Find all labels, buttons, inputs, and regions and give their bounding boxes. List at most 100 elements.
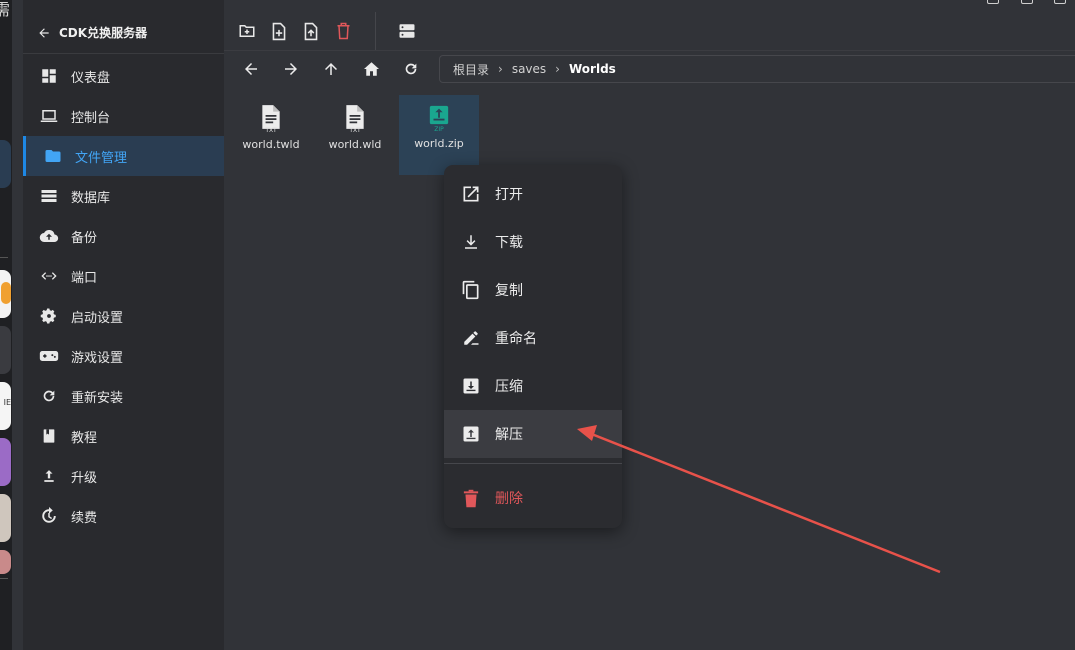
window-minimize-icon[interactable] <box>987 0 999 4</box>
sidebar-item-upgrade[interactable]: 升级 <box>23 456 224 496</box>
dock-app-dark[interactable] <box>0 326 11 374</box>
sidebar-item-label: 续费 <box>71 510 98 526</box>
dock-app-pink[interactable] <box>0 550 11 574</box>
file-item[interactable]: TXT world.wld <box>315 95 395 175</box>
file-type-label: TXT <box>349 127 361 134</box>
sidebar-item-file-manager[interactable]: 文件管理 <box>23 136 224 176</box>
sidebar-item-console[interactable]: 控制台 <box>23 96 224 136</box>
breadcrumb-item[interactable]: saves <box>512 62 546 76</box>
sidebar-back-label: CDK兑换服务器 <box>59 26 148 40</box>
zip-archive-icon <box>429 105 449 125</box>
open-external-icon <box>461 184 481 204</box>
file-item-selected[interactable]: ZIP world.zip <box>399 95 479 175</box>
download-icon <box>461 232 481 252</box>
breadcrumb: 根目录 › saves › Worlds <box>439 55 1075 83</box>
dock-app-white[interactable]: IE <box>0 382 11 430</box>
folder-icon <box>43 146 63 166</box>
menu-item-open[interactable]: 打开 <box>444 170 622 218</box>
sidebar-item-label: 端口 <box>71 270 98 286</box>
up-button[interactable] <box>318 56 344 82</box>
arrow-up-icon <box>325 63 337 75</box>
toolbar-separator <box>375 12 376 50</box>
window-maximize-icon[interactable] <box>1021 0 1033 4</box>
context-menu: 打开 下载 复制 重命名 压缩 解压 删除 <box>444 165 622 528</box>
dock-divider <box>0 257 8 258</box>
sidebar-item-tutorial[interactable]: 教程 <box>23 416 224 456</box>
menu-item-delete[interactable]: 删除 <box>444 474 622 522</box>
chevron-right-icon: › <box>555 62 560 76</box>
sidebar-item-reinstall[interactable]: 重新安装 <box>23 376 224 416</box>
book-icon <box>39 426 59 446</box>
sidebar-item-game-settings[interactable]: 游戏设置 <box>23 336 224 376</box>
menu-item-label: 解压 <box>495 427 523 443</box>
sidebar-item-label: 游戏设置 <box>71 350 124 366</box>
sidebar-item-ports[interactable]: 端口 <box>23 256 224 296</box>
menu-item-label: 重命名 <box>495 331 537 347</box>
sidebar-item-label: 仪表盘 <box>71 70 111 86</box>
arrow-left-icon <box>245 63 257 75</box>
menu-item-label: 删除 <box>495 491 523 507</box>
renew-icon <box>39 506 59 526</box>
dock-app-badge-text: IE <box>3 398 11 407</box>
menu-item-compress[interactable]: 压缩 <box>444 362 622 410</box>
sidebar-item-database[interactable]: 数据库 <box>23 176 224 216</box>
dock-glyph: 需 <box>0 0 11 19</box>
upload-arrow-icon <box>39 466 59 486</box>
new-file-button[interactable] <box>266 18 292 44</box>
arrow-left-icon <box>39 27 49 38</box>
dock-app-active[interactable] <box>0 140 11 188</box>
menu-item-label: 压缩 <box>495 379 523 395</box>
menu-item-rename[interactable]: 重命名 <box>444 314 622 362</box>
window-close-icon[interactable] <box>1054 0 1066 4</box>
extract-icon <box>461 424 481 444</box>
menu-item-label: 打开 <box>495 187 523 203</box>
sidebar-item-dashboard[interactable]: 仪表盘 <box>23 56 224 96</box>
menu-item-label: 复制 <box>495 283 523 299</box>
menu-item-download[interactable]: 下载 <box>444 218 622 266</box>
gear-icon <box>39 306 59 326</box>
refresh-icon <box>405 63 417 75</box>
menu-item-copy[interactable]: 复制 <box>444 266 622 314</box>
file-item[interactable]: TXT world.twld <box>231 95 311 175</box>
menu-item-label: 下载 <box>495 235 523 251</box>
sidebar-item-backup[interactable]: 备份 <box>23 216 224 256</box>
sidebar-item-renew[interactable]: 续费 <box>23 496 224 536</box>
home-button[interactable] <box>358 56 384 82</box>
sidebar: CDK兑换服务器 仪表盘 控制台 文件管理 数据库 备份 端口 启动设置 游戏设… <box>23 0 224 650</box>
new-file-icon <box>272 22 286 40</box>
rename-pen-icon <box>461 328 481 348</box>
file-name: world.wld <box>328 138 382 151</box>
dock-app-orange[interactable] <box>0 270 11 318</box>
menu-item-extract[interactable]: 解压 <box>444 410 622 458</box>
new-folder-button[interactable] <box>234 18 260 44</box>
upload-file-button[interactable] <box>298 18 324 44</box>
sidebar-item-label: 控制台 <box>71 110 111 126</box>
delete-button[interactable] <box>330 18 356 44</box>
sidebar-item-label: 数据库 <box>71 190 111 206</box>
sidebar-item-label: 教程 <box>71 430 98 446</box>
dock-app-purple[interactable] <box>0 438 11 486</box>
back-button[interactable] <box>238 56 264 82</box>
sidebar-item-label: 升级 <box>71 470 98 486</box>
app-dock-strip: 需 IE <box>0 0 12 650</box>
breadcrumb-current[interactable]: Worlds <box>569 62 616 76</box>
sidebar-item-label: 启动设置 <box>71 310 124 326</box>
sidebar-item-startup-settings[interactable]: 启动设置 <box>23 296 224 336</box>
trash-icon <box>461 488 481 508</box>
cloud-upload-icon <box>39 226 59 246</box>
delete-icon <box>337 22 349 40</box>
dashboard-icon <box>39 66 59 86</box>
port-arrows-icon <box>39 266 59 286</box>
breadcrumb-root[interactable]: 根目录 <box>453 61 489 78</box>
laptop-icon <box>39 106 59 126</box>
forward-button[interactable] <box>278 56 304 82</box>
chevron-right-icon: › <box>498 62 503 76</box>
dock-app-photo[interactable] <box>0 494 11 542</box>
sidebar-back-link[interactable]: CDK兑换服务器 <box>23 12 224 54</box>
copy-icon <box>461 280 481 300</box>
sidebar-item-label: 文件管理 <box>75 150 128 166</box>
refresh-button[interactable] <box>398 56 424 82</box>
server-button[interactable] <box>394 18 420 44</box>
home-icon <box>363 62 379 76</box>
database-icon <box>39 186 59 206</box>
